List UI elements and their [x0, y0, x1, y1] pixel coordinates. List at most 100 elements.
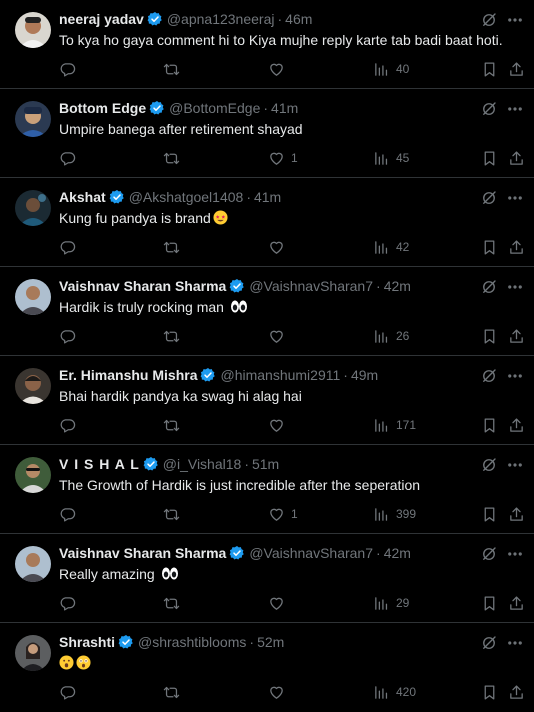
like-button[interactable]: [268, 59, 291, 79]
reply-tweet[interactable]: Vaishnav Sharan Sharma @VaishnavSharan7 …: [0, 267, 534, 356]
like-button[interactable]: 1: [268, 504, 298, 524]
share-button[interactable]: [508, 237, 525, 257]
author-name[interactable]: V I S H A L: [59, 455, 140, 473]
like-button[interactable]: [268, 682, 291, 702]
reply-button[interactable]: [59, 415, 76, 435]
author-handle[interactable]: @himanshumi2911: [220, 366, 340, 384]
more-icon[interactable]: [506, 189, 524, 207]
grok-icon[interactable]: [480, 100, 498, 118]
views-button[interactable]: 171: [373, 415, 416, 435]
reply-button[interactable]: [59, 59, 76, 79]
avatar[interactable]: [15, 368, 51, 404]
bookmark-button[interactable]: [481, 237, 498, 257]
reply-tweet[interactable]: Bottom Edge @BottomEdge · 41m Umpire ban…: [0, 89, 534, 178]
timestamp[interactable]: 49m: [351, 366, 378, 384]
retweet-button[interactable]: [163, 415, 180, 435]
timestamp[interactable]: 52m: [257, 633, 284, 651]
avatar[interactable]: [15, 190, 51, 226]
author-handle[interactable]: @BottomEdge: [169, 99, 260, 117]
avatar[interactable]: [15, 546, 51, 582]
share-button[interactable]: [508, 504, 525, 524]
like-button[interactable]: [268, 593, 291, 613]
like-button[interactable]: 1: [268, 148, 298, 168]
more-icon[interactable]: [506, 456, 524, 474]
author-handle[interactable]: @VaishnavSharan7: [249, 544, 373, 562]
author-handle[interactable]: @shrashtiblooms: [138, 633, 246, 651]
retweet-button[interactable]: [163, 593, 180, 613]
grok-icon[interactable]: [480, 367, 498, 385]
author-name[interactable]: Bottom Edge: [59, 99, 146, 117]
retweet-button[interactable]: [163, 237, 180, 257]
more-icon[interactable]: [506, 367, 524, 385]
more-icon[interactable]: [506, 100, 524, 118]
avatar[interactable]: [15, 457, 51, 493]
views-button[interactable]: 420: [373, 682, 416, 702]
avatar[interactable]: [15, 101, 51, 137]
share-button[interactable]: [508, 148, 525, 168]
more-icon[interactable]: [506, 11, 524, 29]
more-icon[interactable]: [506, 634, 524, 652]
bookmark-button[interactable]: [481, 59, 498, 79]
timestamp[interactable]: 46m: [285, 10, 312, 28]
views-button[interactable]: 40: [373, 59, 409, 79]
author-name[interactable]: Vaishnav Sharan Sharma: [59, 544, 226, 562]
reply-tweet[interactable]: neeraj yadav @apna123neeraj · 46m To kya…: [0, 0, 534, 89]
like-button[interactable]: [268, 326, 291, 346]
avatar[interactable]: [15, 279, 51, 315]
grok-icon[interactable]: [480, 456, 498, 474]
more-icon[interactable]: [506, 278, 524, 296]
reply-button[interactable]: [59, 682, 76, 702]
bookmark-button[interactable]: [481, 504, 498, 524]
avatar[interactable]: [15, 12, 51, 48]
retweet-button[interactable]: [163, 326, 180, 346]
bookmark-button[interactable]: [481, 415, 498, 435]
reply-tweet[interactable]: Shrashti @shrashtiblooms · 52m 420: [0, 623, 534, 712]
timestamp[interactable]: 41m: [271, 99, 298, 117]
author-name[interactable]: Vaishnav Sharan Sharma: [59, 277, 226, 295]
share-button[interactable]: [508, 59, 525, 79]
author-name[interactable]: neeraj yadav: [59, 10, 144, 28]
retweet-button[interactable]: [163, 682, 180, 702]
reply-tweet[interactable]: Er. Himanshu Mishra @himanshumi2911 · 49…: [0, 356, 534, 445]
grok-icon[interactable]: [480, 545, 498, 563]
author-name[interactable]: Akshat: [59, 188, 106, 206]
reply-button[interactable]: [59, 504, 76, 524]
views-button[interactable]: 26: [373, 326, 409, 346]
grok-icon[interactable]: [480, 634, 498, 652]
share-button[interactable]: [508, 415, 525, 435]
bookmark-button[interactable]: [481, 593, 498, 613]
reply-button[interactable]: [59, 148, 76, 168]
retweet-button[interactable]: [163, 148, 180, 168]
author-name[interactable]: Er. Himanshu Mishra: [59, 366, 197, 384]
like-button[interactable]: [268, 415, 291, 435]
more-icon[interactable]: [506, 545, 524, 563]
retweet-button[interactable]: [163, 504, 180, 524]
grok-icon[interactable]: [480, 11, 498, 29]
views-button[interactable]: 29: [373, 593, 409, 613]
grok-icon[interactable]: [480, 278, 498, 296]
reply-tweet[interactable]: Vaishnav Sharan Sharma @VaishnavSharan7 …: [0, 534, 534, 623]
timestamp[interactable]: 51m: [252, 455, 279, 473]
author-handle[interactable]: @Akshatgoel1408: [129, 188, 244, 206]
reply-button[interactable]: [59, 593, 76, 613]
author-handle[interactable]: @VaishnavSharan7: [249, 277, 373, 295]
timestamp[interactable]: 42m: [384, 277, 411, 295]
share-button[interactable]: [508, 326, 525, 346]
views-button[interactable]: 45: [373, 148, 409, 168]
like-button[interactable]: [268, 237, 291, 257]
reply-tweet[interactable]: V I S H A L @i_Vishal18 · 51m The Growth…: [0, 445, 534, 534]
share-button[interactable]: [508, 593, 525, 613]
author-name[interactable]: Shrashti: [59, 633, 115, 651]
share-button[interactable]: [508, 682, 525, 702]
timestamp[interactable]: 41m: [254, 188, 281, 206]
author-handle[interactable]: @i_Vishal18: [163, 455, 242, 473]
reply-button[interactable]: [59, 237, 76, 257]
bookmark-button[interactable]: [481, 148, 498, 168]
bookmark-button[interactable]: [481, 682, 498, 702]
reply-tweet[interactable]: Akshat @Akshatgoel1408 · 41m Kung fu pan…: [0, 178, 534, 267]
author-handle[interactable]: @apna123neeraj: [167, 10, 275, 28]
timestamp[interactable]: 42m: [384, 544, 411, 562]
bookmark-button[interactable]: [481, 326, 498, 346]
views-button[interactable]: 399: [373, 504, 416, 524]
grok-icon[interactable]: [480, 189, 498, 207]
